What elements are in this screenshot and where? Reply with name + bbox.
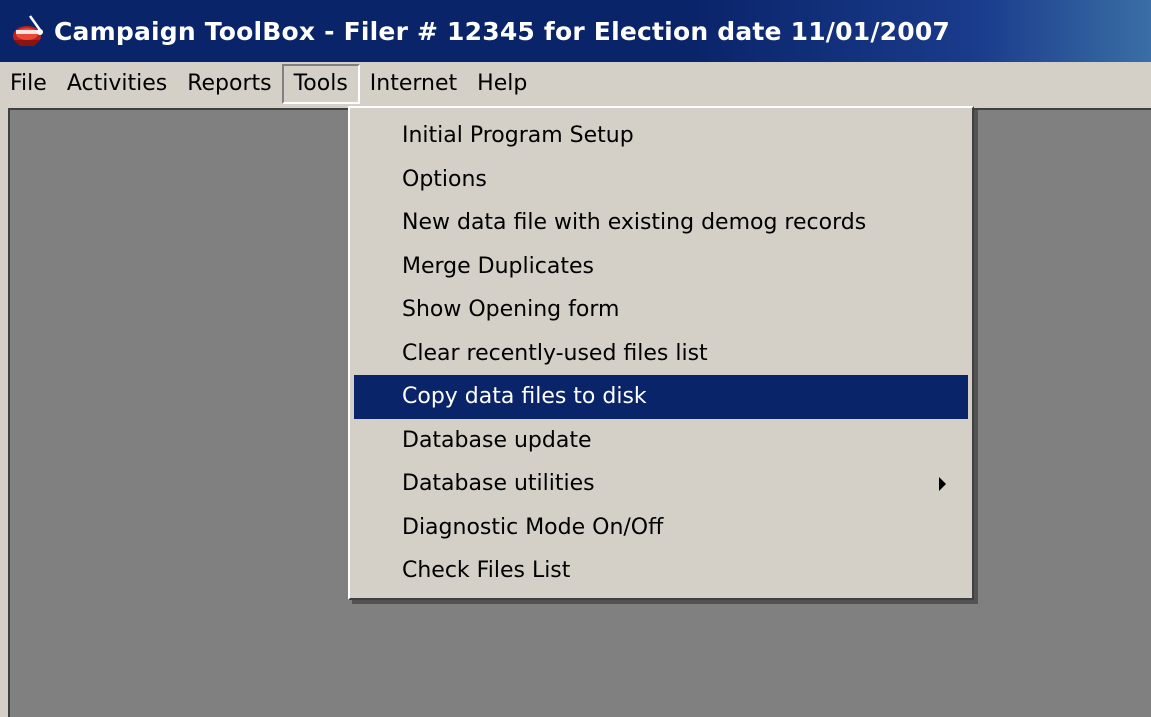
menu-item-new-data-file[interactable]: New data file with existing demog record… xyxy=(354,201,968,245)
application-window: Campaign ToolBox - Filer # 12345 for Ele… xyxy=(0,0,1151,717)
menu-help[interactable]: Help xyxy=(467,64,537,104)
tools-dropdown-menu: Initial Program Setup Options New data f… xyxy=(348,106,974,600)
menu-item-clear-recent-files[interactable]: Clear recently-used files list xyxy=(354,332,968,376)
menu-item-initial-program-setup[interactable]: Initial Program Setup xyxy=(354,114,968,158)
menu-bar: File Activities Reports Tools Internet H… xyxy=(0,62,1151,106)
menu-tools[interactable]: Tools xyxy=(281,64,360,104)
menu-item-diagnostic-mode[interactable]: Diagnostic Mode On/Off xyxy=(354,506,968,550)
menu-item-check-files-list[interactable]: Check Files List xyxy=(354,549,968,593)
menu-activities[interactable]: Activities xyxy=(57,64,177,104)
chevron-right-icon xyxy=(939,476,946,491)
menu-item-database-utilities-label: Database utilities xyxy=(402,471,595,496)
window-title: Campaign ToolBox - Filer # 12345 for Ele… xyxy=(54,16,951,46)
menu-item-merge-duplicates[interactable]: Merge Duplicates xyxy=(354,245,968,289)
menu-item-copy-data-files[interactable]: Copy data files to disk xyxy=(354,375,968,419)
menu-internet[interactable]: Internet xyxy=(360,64,467,104)
menu-item-database-utilities[interactable]: Database utilities xyxy=(354,462,968,506)
menu-reports[interactable]: Reports xyxy=(177,64,281,104)
campaign-toolbox-logo-icon xyxy=(10,12,48,50)
menu-item-options[interactable]: Options xyxy=(354,158,968,202)
menu-file[interactable]: File xyxy=(0,64,57,104)
menu-item-database-update[interactable]: Database update xyxy=(354,419,968,463)
title-bar: Campaign ToolBox - Filer # 12345 for Ele… xyxy=(0,0,1151,62)
menu-item-show-opening-form[interactable]: Show Opening form xyxy=(354,288,968,332)
